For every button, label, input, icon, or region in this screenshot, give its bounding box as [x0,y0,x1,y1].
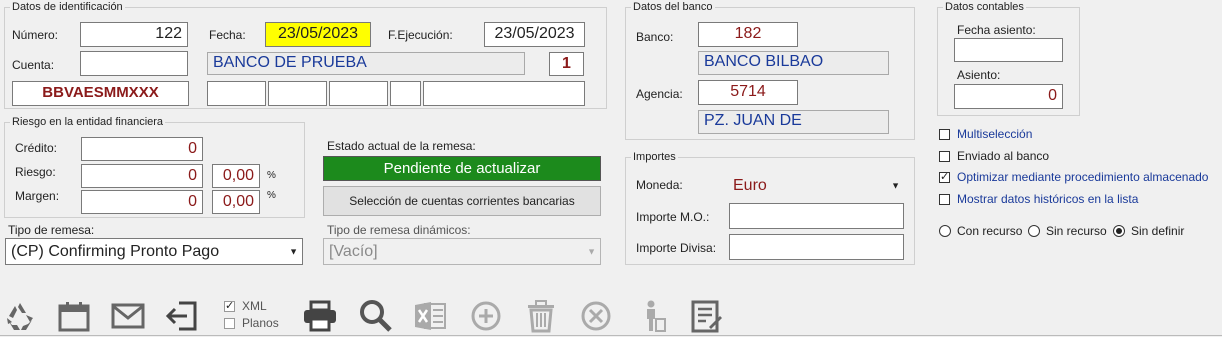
riesgo-pct-symbol: % [267,170,276,181]
fecha-label: Fecha: [209,28,246,42]
banco-field[interactable]: 182 [698,22,798,47]
estado-badge: Pendiente de actualizar [323,156,601,181]
cancel-icon [576,296,616,336]
multiseleccion-label[interactable]: Multiselección [957,127,1032,141]
importes-legend: Importes [633,151,676,163]
banco-legend: Datos del banco [633,1,713,13]
cuenta-label: Cuenta: [12,58,55,72]
iban-part-5[interactable] [423,81,585,106]
credito-label: Crédito: [15,141,58,155]
cuenta-nombre: BANCO DE PRUEBA [207,52,525,75]
agencia-field[interactable]: 5714 [698,80,798,105]
chevron-down-icon[interactable]: ▼ [891,173,900,198]
planos-label: Planos [242,316,279,330]
riesgo-label: Riesgo: [15,165,56,179]
cuenta-numero: 1 [549,52,584,76]
identificacion-legend: Datos de identificación [12,1,123,13]
importe-mo-label: Importe M.O.: [636,210,710,224]
fecha-field[interactable]: 23/05/2023 [265,22,371,47]
moneda-value: Euro [733,177,767,194]
con-recurso-label[interactable]: Con recurso [957,224,1022,238]
numero-label: Número: [12,28,59,42]
multiseleccion-checkbox[interactable] [939,129,950,140]
fejecucion-field[interactable]: 23/05/2023 [484,22,585,47]
optimizar-label[interactable]: Optimizar mediante procedimiento almacen… [957,170,1208,184]
toolbar-divider [0,335,1222,336]
chevron-down-icon[interactable]: ▼ [289,239,298,264]
margen-pct-symbol: % [267,190,276,201]
banco-label: Banco: [636,30,674,44]
exit-icon[interactable] [162,296,202,336]
cuenta-field[interactable] [80,51,188,76]
fecha-asiento-field[interactable] [954,38,1063,62]
excel-icon [410,296,450,336]
iban-part-2[interactable] [268,81,327,106]
sin-definir-label[interactable]: Sin definir [1131,224,1184,238]
tipo-dinamico-select[interactable]: [Vacío] ▼ [323,238,601,265]
tipo-dinamico-value: [Vacío] [329,243,378,260]
margen-pct-field[interactable]: 0,00 [212,190,260,214]
margen-field[interactable]: 0 [81,190,203,214]
moneda-select[interactable]: Euro ▼ [729,173,904,198]
chevron-down-icon: ▼ [587,246,596,256]
trash-icon [521,296,561,336]
agencia-nombre: PZ. JUAN DE [698,110,889,134]
printer-icon[interactable] [300,296,340,336]
sin-definir-radio[interactable] [1113,225,1125,237]
margen-label: Margen: [15,189,60,203]
calendar-icon[interactable] [54,296,94,336]
seleccion-cuentas-button[interactable]: Selección de cuentas corrientes bancaria… [323,186,601,216]
user-trash-icon [632,296,672,336]
importe-divisa-label: Importe Divisa: [636,241,717,255]
sin-recurso-label[interactable]: Sin recurso [1046,224,1107,238]
bic-field[interactable]: BBVAESMMXXX [12,81,189,106]
enviado-checkbox[interactable] [939,151,950,162]
planos-checkbox[interactable] [224,318,235,329]
tipo-remesa-select[interactable]: (CP) Confirming Pronto Pago ▼ [5,238,303,265]
riesgo-field[interactable]: 0 [81,164,203,188]
estado-label: Estado actual de la remesa: [327,139,476,153]
tipo-remesa-label: Tipo de remesa: [8,223,95,237]
iban-part-1[interactable] [207,81,266,106]
enviado-label[interactable]: Enviado al banco [957,149,1049,163]
historicos-checkbox[interactable] [939,194,950,205]
sin-recurso-radio[interactable] [1028,225,1040,237]
iban-part-4[interactable] [390,81,421,106]
tipo-dinamico-label: Tipo de remesa dinámicos: [327,223,471,237]
fejecucion-label: F.Ejecución: [388,28,453,42]
contables-legend: Datos contables [945,1,1024,13]
iban-part-3[interactable] [329,81,388,106]
historicos-label[interactable]: Mostrar datos históricos en la lista [957,192,1138,206]
tipo-remesa-value: (CP) Confirming Pronto Pago [11,243,220,260]
add-icon [466,296,506,336]
asiento-field[interactable]: 0 [954,84,1063,109]
banco-nombre: BANCO BILBAO [698,51,889,75]
riesgo-legend: Riesgo en la entidad financiera [12,116,164,128]
optimizar-checkbox[interactable] [939,170,950,183]
con-recurso-radio[interactable] [939,225,951,237]
asiento-label: Asiento: [957,68,1001,82]
importe-mo-field[interactable] [729,203,904,229]
fecha-asiento-label: Fecha asiento: [957,23,1036,37]
notes-icon[interactable] [686,296,726,336]
numero-field[interactable]: 122 [80,22,188,47]
credito-field[interactable]: 0 [81,137,203,161]
xml-checkbox[interactable] [224,299,235,312]
search-icon[interactable] [356,296,396,336]
mail-icon[interactable] [108,296,148,336]
agencia-label: Agencia: [636,87,683,101]
riesgo-pct-field[interactable]: 0,00 [212,164,260,188]
recycle-icon[interactable] [0,296,40,336]
xml-label: XML [242,299,267,313]
moneda-label: Moneda: [636,178,683,192]
importe-divisa-field[interactable] [729,234,904,260]
